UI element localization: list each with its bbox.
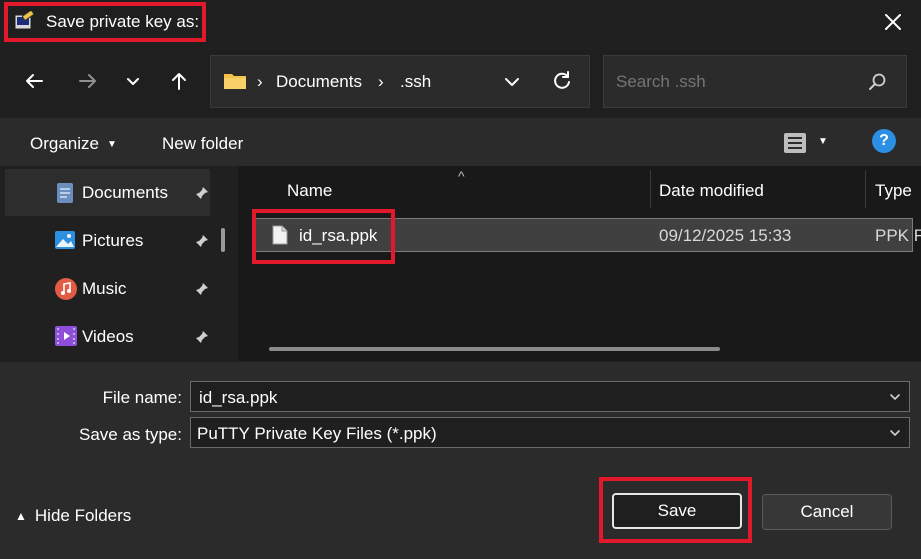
hide-folders-label: Hide Folders xyxy=(34,506,132,525)
sidebar-item-pictures[interactable]: Pictures xyxy=(5,217,210,264)
sidebar-item-label: Videos xyxy=(82,326,134,346)
file-name-field[interactable] xyxy=(190,381,910,412)
organize-label: Organize xyxy=(30,134,99,153)
new-folder-button[interactable]: New folder xyxy=(162,134,243,154)
puttygen-app-icon xyxy=(14,9,36,33)
search-icon[interactable] xyxy=(867,71,889,93)
help-icon[interactable]: ? xyxy=(872,129,896,153)
save-as-type-label: Save as type: xyxy=(78,425,182,444)
navigation-bar: › Documents › .ssh xyxy=(0,50,921,112)
chevron-up-icon: ▲ xyxy=(15,509,27,523)
recent-locations-chevron-icon[interactable] xyxy=(118,66,148,96)
file-name-dropdown-icon[interactable] xyxy=(889,390,901,402)
sidebar-item-label: Documents xyxy=(82,182,168,202)
column-header-name[interactable]: Name xyxy=(287,181,332,201)
column-divider[interactable] xyxy=(650,170,651,208)
file-list-horizontal-scrollbar[interactable] xyxy=(269,347,720,351)
file-row-highlight-box xyxy=(252,209,395,264)
view-options-icon[interactable] xyxy=(783,131,809,155)
search-box[interactable] xyxy=(603,55,907,108)
videos-icon xyxy=(54,325,78,347)
file-date-modified: 09/12/2025 15:33 xyxy=(659,226,792,245)
organize-menu[interactable]: Organize ▼ xyxy=(30,134,117,154)
search-input[interactable] xyxy=(614,68,858,96)
cancel-button[interactable]: Cancel xyxy=(762,494,892,530)
save-button[interactable]: Save xyxy=(612,493,742,529)
file-name-input[interactable] xyxy=(197,386,881,410)
save-as-type-dropdown-icon[interactable] xyxy=(889,426,901,438)
organize-chevron-icon: ▼ xyxy=(106,138,117,150)
music-icon xyxy=(54,277,78,301)
browser-panes: Documents Pictures Music Videos ^ Name D… xyxy=(0,166,921,361)
close-icon[interactable] xyxy=(881,10,905,34)
sidebar-item-videos[interactable]: Videos xyxy=(5,313,210,360)
sidebar-item-music[interactable]: Music xyxy=(5,265,210,312)
refresh-icon[interactable] xyxy=(550,69,574,93)
sidebar-item-label: Pictures xyxy=(82,230,144,250)
file-type: PPK F xyxy=(875,226,921,245)
sidebar-item-label: Music xyxy=(82,278,127,298)
sidebar-item-documents[interactable]: Documents xyxy=(5,169,210,216)
column-header-type[interactable]: Type xyxy=(875,181,912,201)
column-divider[interactable] xyxy=(865,170,866,208)
view-options-chevron-icon[interactable]: ▼ xyxy=(818,136,828,147)
save-as-type-field[interactable]: PuTTY Private Key Files (*.ppk) xyxy=(190,417,910,448)
column-header-date-modified[interactable]: Date modified xyxy=(659,181,764,201)
breadcrumb-ssh[interactable]: .ssh xyxy=(400,72,431,92)
save-as-type-value: PuTTY Private Key Files (*.ppk) xyxy=(197,424,437,443)
breadcrumb-documents[interactable]: Documents xyxy=(276,72,362,92)
back-arrow-icon[interactable] xyxy=(19,66,49,96)
forward-arrow-icon[interactable] xyxy=(73,66,103,96)
save-dialog: Save private key as: › Documents › .ssh … xyxy=(0,0,921,559)
up-arrow-icon[interactable] xyxy=(164,66,194,96)
sidebar-scrollbar[interactable] xyxy=(221,228,225,252)
breadcrumb-separator-icon: › xyxy=(257,72,263,91)
pin-icon xyxy=(195,282,209,296)
title-bar: Save private key as: xyxy=(0,0,921,45)
pin-icon xyxy=(195,186,209,200)
navigation-sidebar: Documents Pictures Music Videos xyxy=(0,166,238,361)
dialog-title: Save private key as: xyxy=(46,12,200,31)
file-list-header: ^ Name Date modified Type xyxy=(250,166,921,211)
file-name-label: File name: xyxy=(102,388,182,407)
folder-icon xyxy=(223,71,247,91)
pin-icon xyxy=(195,330,209,344)
hide-folders-toggle[interactable]: ▲ Hide Folders xyxy=(15,506,131,526)
sort-indicator-icon: ^ xyxy=(458,168,465,184)
pictures-icon xyxy=(54,230,76,250)
dialog-title-highlight: Save private key as: xyxy=(4,2,206,42)
pin-icon xyxy=(195,234,209,248)
address-bar[interactable]: › Documents › .ssh xyxy=(210,55,590,108)
breadcrumb-separator-icon: › xyxy=(378,72,384,91)
command-toolbar: Organize ▼ New folder ▼ ? xyxy=(0,118,921,166)
documents-icon xyxy=(56,182,74,204)
address-dropdown-icon[interactable] xyxy=(501,71,523,93)
